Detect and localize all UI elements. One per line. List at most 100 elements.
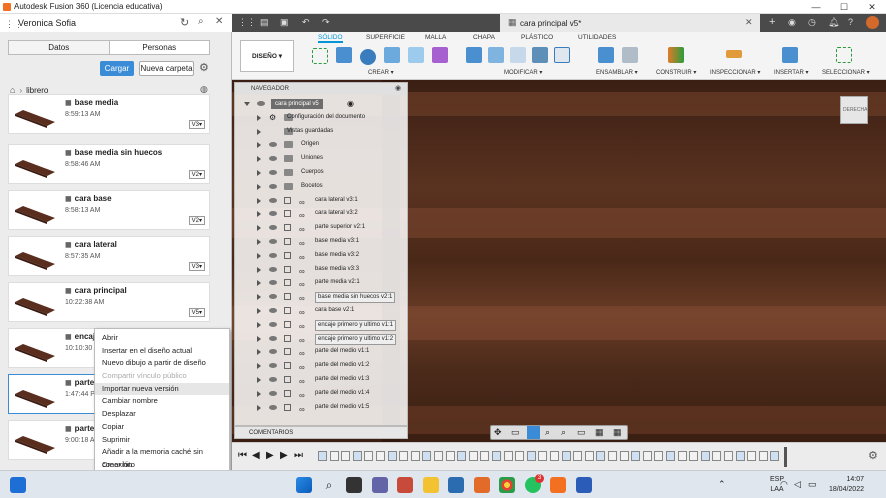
navigator-folder[interactable]: Cuerpos bbox=[235, 166, 409, 180]
expand-icon[interactable] bbox=[257, 252, 261, 259]
version-badge[interactable]: V5▾ bbox=[188, 308, 205, 317]
navigator-component[interactable]: ∞ parte del medio v1:3 bbox=[235, 373, 409, 387]
refresh-icon[interactable]: ↻ bbox=[180, 16, 189, 29]
menu-item[interactable]: Insertar en el diseño actual bbox=[95, 345, 229, 358]
fusion-taskbar-icon[interactable] bbox=[550, 477, 566, 493]
timeline-feature-icon[interactable] bbox=[445, 451, 455, 461]
navigator-root[interactable]: cara principal v5 ◉ bbox=[235, 97, 409, 111]
timeline-feature-icon[interactable] bbox=[770, 451, 780, 461]
navigator-component[interactable]: ∞ parte del medio v1:5 bbox=[235, 401, 409, 415]
menu-item[interactable]: Copiar bbox=[95, 421, 229, 434]
navigator-component[interactable]: ∞ parte del medio v1:4 bbox=[235, 387, 409, 401]
system-clock[interactable]: 14:07 18/04/2022 bbox=[829, 475, 864, 495]
group-crear[interactable]: CREAR ▾ bbox=[368, 69, 394, 76]
tab-personas[interactable]: Personas bbox=[110, 41, 210, 54]
timeline-feature-icon[interactable] bbox=[689, 451, 699, 461]
expand-icon[interactable] bbox=[257, 225, 261, 232]
settings-gear-icon[interactable]: ⚙ bbox=[199, 61, 209, 74]
tab-datos[interactable]: Datos bbox=[9, 41, 110, 54]
joint-icon[interactable] bbox=[622, 47, 638, 63]
sweep-icon[interactable] bbox=[384, 47, 400, 63]
eye-icon[interactable] bbox=[257, 101, 265, 106]
navigator-component[interactable]: ∞ encaje primero y ultimo v1:2 bbox=[235, 332, 409, 346]
viewports-icon[interactable]: ▦ bbox=[613, 427, 622, 438]
press-pull-icon[interactable] bbox=[466, 47, 482, 63]
navigator-component[interactable]: ∞ parte superior v2:1 bbox=[235, 221, 409, 235]
file-icon[interactable]: ▤ bbox=[260, 17, 269, 28]
eye-icon[interactable] bbox=[269, 390, 277, 396]
eye-icon[interactable] bbox=[269, 225, 277, 231]
chamfer-icon[interactable] bbox=[510, 47, 526, 63]
tab-superficie[interactable]: SUPERFICIE bbox=[366, 34, 405, 41]
timeline-feature-icon[interactable] bbox=[654, 451, 664, 461]
timeline-feature-icon[interactable] bbox=[700, 451, 710, 461]
tab-solido[interactable]: SÓLIDO bbox=[318, 34, 343, 43]
timeline-feature-icon[interactable] bbox=[631, 451, 641, 461]
tab-plastico[interactable]: PLÁSTICO bbox=[521, 34, 553, 41]
navigator-component[interactable]: ∞ parte media v2:1 bbox=[235, 276, 409, 290]
navigator-component[interactable]: ∞ base media v3:2 bbox=[235, 249, 409, 263]
tab-utilidades[interactable]: UTILIDADES bbox=[578, 34, 616, 41]
eye-icon[interactable] bbox=[269, 335, 277, 341]
tray-chevron-icon[interactable]: ⌃ bbox=[718, 479, 726, 490]
jobs-icon[interactable]: ◷ bbox=[808, 17, 816, 28]
timeline-feature-icon[interactable] bbox=[387, 451, 397, 461]
navigator-component[interactable]: ∞ cara lateral v3:2 bbox=[235, 207, 409, 221]
timeline-feature-icon[interactable] bbox=[410, 451, 420, 461]
timeline-feature-icon[interactable] bbox=[492, 451, 501, 461]
collapse-icon[interactable] bbox=[244, 102, 250, 106]
navigator-folder[interactable]: ⚙ Configuración del documento bbox=[235, 111, 409, 125]
display-settings-icon[interactable]: ▭ bbox=[577, 427, 586, 438]
expand-icon[interactable] bbox=[257, 349, 261, 356]
search-taskbar-icon[interactable]: ⌕ bbox=[321, 477, 337, 493]
timeline-feature-icon[interactable] bbox=[468, 451, 478, 461]
timeline-feature-icon[interactable] bbox=[341, 451, 351, 461]
eye-icon[interactable] bbox=[269, 211, 277, 217]
weather-widget-icon[interactable] bbox=[10, 477, 26, 493]
eye-icon[interactable] bbox=[269, 404, 277, 410]
group-modificar[interactable]: MODIFICAR ▾ bbox=[504, 69, 542, 76]
timeline-marker[interactable] bbox=[784, 447, 787, 467]
notifications-icon[interactable]: 🔔︎ bbox=[828, 17, 839, 28]
timeline-play-icon[interactable]: ▶ bbox=[266, 450, 274, 461]
timeline-feature-icon[interactable] bbox=[457, 451, 467, 461]
timeline-feature-icon[interactable] bbox=[712, 451, 722, 461]
expand-icon[interactable] bbox=[257, 114, 261, 121]
volume-icon[interactable]: ◁ bbox=[794, 479, 801, 490]
close-panel-icon[interactable]: ✕ bbox=[215, 16, 223, 27]
user-avatar[interactable] bbox=[866, 16, 879, 29]
timeline-feature-icon[interactable] bbox=[758, 451, 768, 461]
start-icon[interactable] bbox=[296, 477, 312, 493]
group-insertar[interactable]: INSERTAR ▾ bbox=[774, 69, 808, 76]
timeline-feature-icon[interactable] bbox=[596, 451, 606, 461]
new-tab-icon[interactable]: + bbox=[769, 16, 775, 28]
eye-icon[interactable] bbox=[269, 197, 277, 203]
menu-item[interactable]: Cambiar nombre bbox=[95, 395, 229, 408]
timeline-feature-icon[interactable] bbox=[666, 451, 675, 461]
timeline-feature-icon[interactable] bbox=[526, 451, 536, 461]
menu-item[interactable]: Importar nueva versión bbox=[95, 382, 229, 396]
timeline-feature-icon[interactable] bbox=[608, 451, 617, 461]
version-badge[interactable]: V2▾ bbox=[188, 170, 205, 179]
eye-icon[interactable] bbox=[269, 321, 277, 327]
search-icon[interactable]: ⌕ bbox=[198, 16, 204, 27]
eye-icon[interactable] bbox=[269, 183, 277, 189]
document-tab[interactable]: ▦ cara principal v5* ✕ bbox=[500, 14, 760, 32]
expand-icon[interactable] bbox=[257, 197, 261, 204]
expand-icon[interactable] bbox=[257, 294, 261, 301]
expand-icon[interactable] bbox=[257, 142, 261, 149]
measure-icon[interactable] bbox=[726, 50, 742, 58]
eye-icon[interactable] bbox=[269, 142, 277, 148]
eye-icon[interactable] bbox=[269, 363, 277, 369]
timeline-feature-icon[interactable] bbox=[318, 451, 327, 461]
store-icon[interactable] bbox=[448, 477, 464, 493]
timeline-feature-icon[interactable] bbox=[747, 451, 757, 461]
navigator-component[interactable]: ∞ base media v3:1 bbox=[235, 235, 409, 249]
timeline-start-icon[interactable]: ⏮ bbox=[238, 450, 247, 461]
menu-item[interactable]: Añadir a la memoria caché sin conexión bbox=[95, 446, 229, 469]
menu-item[interactable]: Nuevo dibujo a partir de diseño bbox=[95, 357, 229, 370]
expand-icon[interactable] bbox=[257, 211, 261, 218]
timeline-end-icon[interactable]: ⏭ bbox=[294, 450, 303, 461]
file-explorer-icon[interactable] bbox=[423, 477, 439, 493]
timeline-settings-icon[interactable]: ⚙ bbox=[868, 449, 878, 462]
